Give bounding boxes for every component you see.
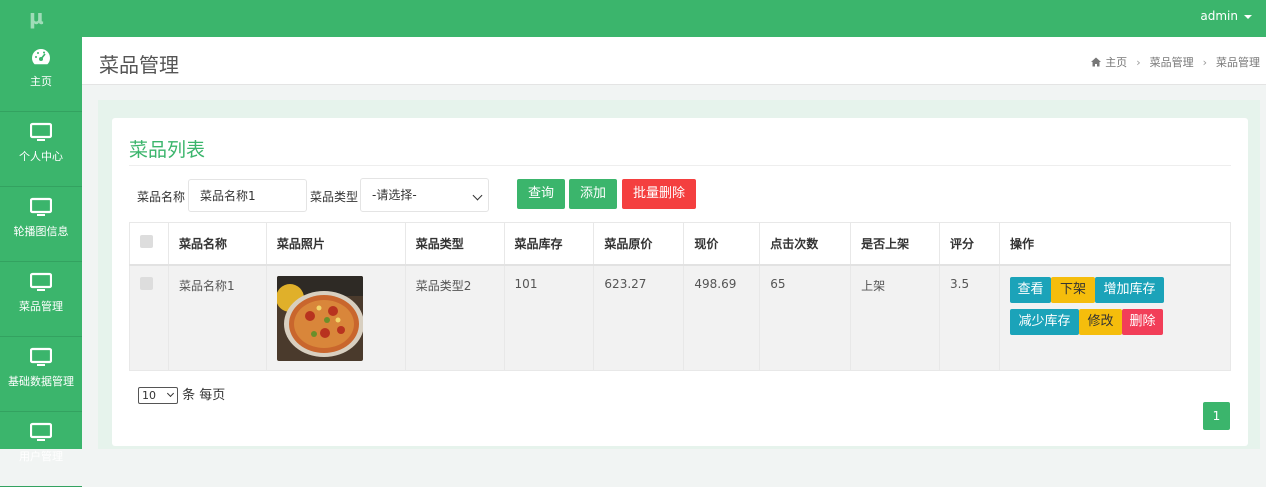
column-header[interactable]: 菜品原价 [593,222,685,266]
page-size-control: 10 条 每页 [138,384,225,404]
username: admin [1200,9,1238,23]
chevron-right-icon: › [1202,56,1207,69]
search-button[interactable]: 查询 [517,179,565,209]
monitor-icon [30,422,52,441]
page-size-suffix: 条 每页 [182,388,226,403]
sidebar-item-dishes[interactable]: 菜品管理 [0,271,82,337]
page-title: 菜品管理 [99,53,179,77]
cell-original-price: 623.27 [593,264,685,371]
page-header: 菜品管理 主页 › 菜品管理 › 菜品管理 [82,37,1266,85]
dish-type-selected: -请选择- [372,188,417,202]
dish-photo[interactable] [276,275,363,361]
breadcrumb-current: 菜品管理 [1216,56,1260,69]
sidebar-item-users[interactable]: 用户管理 [0,421,82,487]
cell-type: 菜品类型2 [404,264,505,371]
monitor-icon [30,347,52,366]
page-size-value: 10 [142,389,156,402]
add-stock-button[interactable]: 增加库存 [1095,276,1164,303]
home-icon [1091,57,1102,67]
sidebar-item-home[interactable]: 主页 [0,46,82,112]
monitor-icon [30,197,52,216]
cell-price: 498.69 [683,264,761,371]
breadcrumb: 主页 › 菜品管理 › 菜品管理 [1091,54,1260,70]
column-header[interactable]: 菜品类型 [404,222,505,266]
monitor-icon [30,122,52,141]
chevron-right-icon: › [1136,56,1141,69]
dish-name-input[interactable] [188,179,307,212]
column-header[interactable]: 是否上架 [850,222,940,266]
batch-delete-button[interactable]: 批量删除 [622,179,696,209]
cell-rating: 3.5 [939,264,1000,371]
type-filter-label: 菜品类型 [310,190,359,204]
sidebar-item-basic-data[interactable]: 基础数据管理 [0,346,82,412]
row-checkbox[interactable] [140,276,153,290]
cell-actions: 查看 下架 增加库存 减少库存 修改 删除 [999,264,1231,371]
table-row: 菜品名称1 菜品类型2 101 623.27 498.69 65 上架 3.5 … [129,264,1231,371]
sidebar-item-label: 菜品管理 [19,300,63,313]
user-menu[interactable]: admin [1200,9,1252,23]
cell-stock: 101 [503,264,595,371]
dashboard-icon [32,49,50,65]
name-filter-label: 菜品名称 [137,190,186,204]
cell-clicks: 65 [759,264,852,371]
app-logo: µ [29,5,44,29]
cell-name: 菜品名称1 [167,264,267,371]
dish-list-panel: 菜品列表 菜品名称 菜品类型 -请选择- 查询 添加 批量删除 菜品名称 菜品照… [112,118,1248,446]
select-all-header [129,222,169,266]
column-header[interactable]: 菜品库存 [503,222,595,266]
breadcrumb-home[interactable]: 主页 [1105,56,1127,69]
chevron-down-icon [472,190,483,201]
row-select-cell [129,264,169,371]
column-header[interactable]: 现价 [683,222,761,266]
cell-photo [265,264,406,371]
cell-on-shelf: 上架 [850,264,940,371]
caret-down-icon [1244,14,1252,19]
monitor-icon [30,272,52,291]
column-header[interactable]: 点击次数 [759,222,852,266]
column-header[interactable]: 评分 [939,222,1000,266]
dish-table: 菜品名称 菜品照片 菜品类型 菜品库存 菜品原价 现价 点击次数 是否上架 评分… [129,222,1231,371]
sidebar-item-label: 个人中心 [19,150,63,163]
select-all-checkbox[interactable] [140,235,153,249]
sidebar: 主页 个人中心 轮播图信息 菜品管理 基础数据管理 用户管理 [0,37,82,487]
add-button[interactable]: 添加 [569,179,617,209]
panel-title: 菜品列表 [129,139,206,161]
sidebar-item-carousel[interactable]: 轮播图信息 [0,196,82,262]
table-header-row: 菜品名称 菜品照片 菜品类型 菜品库存 菜品原价 现价 点击次数 是否上架 评分… [129,222,1231,266]
edit-button[interactable]: 修改 [1079,308,1122,335]
chevron-down-icon [166,389,175,398]
sidebar-item-label: 用户管理 [19,450,63,463]
off-shelf-button[interactable]: 下架 [1051,276,1095,303]
divider [129,165,1231,166]
breadcrumb-item[interactable]: 菜品管理 [1150,56,1194,69]
sidebar-item-label: 主页 [30,75,52,88]
sidebar-item-label: 轮播图信息 [13,225,69,238]
reduce-stock-button[interactable]: 减少库存 [1010,308,1079,335]
dish-type-select[interactable]: -请选择- [360,178,489,212]
column-header: 菜品照片 [265,222,406,266]
view-button[interactable]: 查看 [1010,276,1051,303]
delete-button[interactable]: 删除 [1122,308,1163,335]
column-header: 操作 [999,222,1231,266]
page-size-select[interactable]: 10 [138,387,178,404]
sidebar-item-profile[interactable]: 个人中心 [0,121,82,187]
top-bar: µ admin [0,0,1266,37]
row-actions: 查看 下架 增加库存 减少库存 修改 删除 [1010,276,1230,337]
sidebar-item-label: 基础数据管理 [8,375,74,388]
page-button-current[interactable]: 1 [1203,402,1230,430]
column-header[interactable]: 菜品名称 [167,222,267,266]
